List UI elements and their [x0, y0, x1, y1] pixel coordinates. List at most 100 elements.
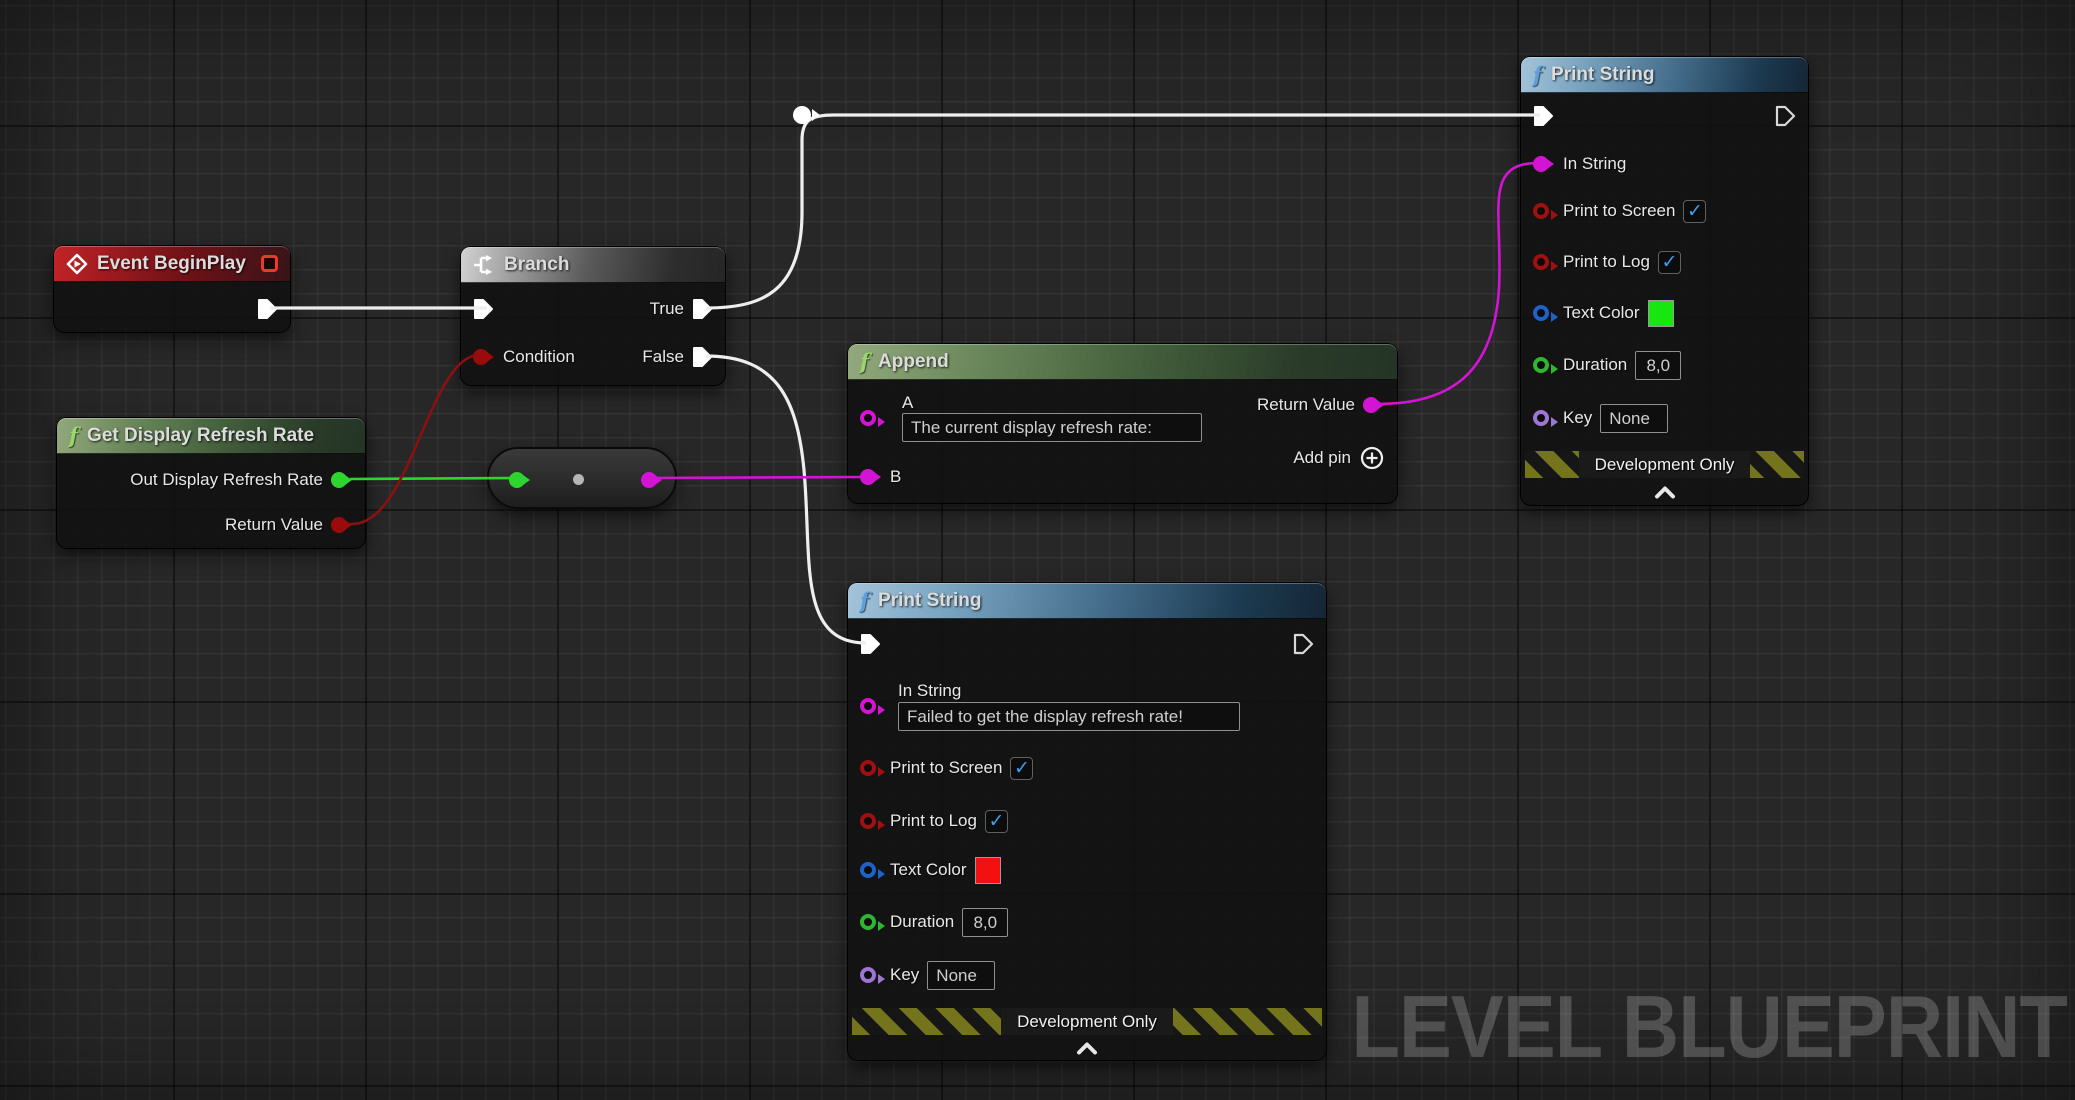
exec-in-pin[interactable] [473, 298, 494, 320]
event-override-badge-icon [261, 255, 278, 272]
node-event-beginplay[interactable]: Event BeginPlay [53, 245, 291, 333]
duration-pin[interactable] [1533, 357, 1549, 373]
collapse-node-button[interactable] [848, 1041, 1326, 1056]
node-header-get-display-refresh-rate[interactable]: f Get Display Refresh Rate [57, 418, 365, 454]
node-print-string-bottom[interactable]: f Print String In String Failed to get t… [847, 582, 1327, 1061]
add-pin-button[interactable] [1359, 445, 1385, 471]
graph-type-watermark: LEVEL BLUEPRINT [1351, 976, 2067, 1078]
pin-row: Condition False [473, 342, 713, 372]
chevron-up-icon [1652, 485, 1678, 500]
append-return-value-pin[interactable] [1363, 397, 1379, 413]
node-conversion-tostring[interactable] [487, 447, 677, 509]
wire-string-conversion-to-append-b [648, 477, 866, 478]
print-to-screen-checkbox[interactable]: ✓ [1010, 757, 1033, 780]
pin-row [1533, 101, 1796, 131]
exec-out-pin[interactable] [257, 298, 278, 320]
pin-label-print-to-screen: Print to Screen [890, 758, 1002, 778]
key-pin[interactable] [1533, 410, 1549, 426]
function-icon: f [860, 590, 869, 611]
node-header-print-string[interactable]: f Print String [848, 583, 1326, 619]
node-append[interactable]: f Append A The current display refresh r… [847, 343, 1398, 504]
exec-false-pin[interactable] [692, 346, 713, 368]
pin-row: Text Color [1533, 298, 1796, 328]
exec-out-pin[interactable] [1293, 633, 1314, 655]
in-string-pin[interactable] [1533, 156, 1549, 172]
print-to-log-pin[interactable] [1533, 254, 1549, 270]
out-display-refresh-rate-pin[interactable] [331, 472, 347, 488]
pin-label-condition: Condition [503, 347, 575, 367]
function-icon: f [860, 351, 869, 372]
node-header-branch[interactable]: Branch [461, 247, 725, 283]
in-string-input[interactable]: Failed to get the display refresh rate! [898, 702, 1240, 731]
print-to-screen-pin[interactable] [860, 760, 876, 776]
pin-row: True [473, 294, 713, 324]
node-branch[interactable]: Branch True Condition False [460, 246, 726, 386]
pin-label-duration: Duration [1563, 355, 1627, 375]
checkmark-icon: ✓ [988, 812, 1004, 831]
pin-label-return-value: Return Value [225, 515, 323, 535]
duration-pin[interactable] [860, 914, 876, 930]
wire-exec-false-to-printstring [706, 356, 866, 643]
print-to-screen-checkbox[interactable]: ✓ [1683, 200, 1706, 223]
pin-row: Return Value [69, 510, 353, 540]
text-color-pin[interactable] [860, 862, 876, 878]
duration-input[interactable]: 8,0 [1635, 351, 1681, 380]
pin-label-print-to-log: Print to Log [890, 811, 977, 831]
condition-pin[interactable] [473, 349, 489, 365]
return-value-pin[interactable] [331, 517, 347, 533]
exec-out-pin[interactable] [1775, 105, 1796, 127]
pin-row: Duration 8,0 [860, 907, 1314, 937]
checkmark-icon: ✓ [1014, 759, 1030, 778]
exec-in-pin[interactable] [860, 633, 881, 655]
pin-row: Return Value [860, 390, 1385, 420]
pin-label-in-string: In String [1563, 154, 1626, 174]
pin-label-in-string: In String [898, 681, 961, 701]
reroute-node[interactable] [793, 106, 811, 124]
print-to-log-checkbox[interactable]: ✓ [985, 810, 1008, 833]
blueprint-graph-canvas[interactable]: Event BeginPlay Branch Tr [0, 0, 2075, 1100]
pin-row: In String [1533, 149, 1796, 179]
pin-row [66, 294, 278, 324]
duration-input[interactable]: 8,0 [962, 908, 1008, 937]
pin-label-true: True [650, 299, 684, 319]
text-color-swatch[interactable] [1648, 300, 1674, 327]
pin-label-false: False [642, 347, 684, 367]
key-input[interactable]: None [1600, 404, 1668, 433]
pin-label-key: Key [890, 965, 919, 985]
print-to-screen-pin[interactable] [1533, 203, 1549, 219]
pin-label-text-color: Text Color [1563, 303, 1640, 323]
development-only-text: Development Only [1001, 1008, 1173, 1035]
collapse-node-button[interactable] [1521, 485, 1808, 500]
pin-row: Key None [860, 960, 1314, 990]
exec-true-pin[interactable] [692, 298, 713, 320]
pin-row: Add pin [860, 443, 1385, 473]
pin-row [860, 629, 1314, 659]
text-color-pin[interactable] [1533, 305, 1549, 321]
node-header-event-beginplay[interactable]: Event BeginPlay [54, 246, 290, 282]
node-header-append[interactable]: f Append [848, 344, 1397, 380]
chevron-up-icon [1074, 1041, 1100, 1056]
pin-row: Print to Log ✓ [860, 806, 1314, 836]
exec-in-pin[interactable] [1533, 105, 1554, 127]
print-to-log-checkbox[interactable]: ✓ [1658, 251, 1681, 274]
node-title: Append [878, 351, 949, 373]
pin-label-print-to-log: Print to Log [1563, 252, 1650, 272]
pin-label-duration: Duration [890, 912, 954, 932]
node-title: Event BeginPlay [97, 253, 246, 275]
development-only-text: Development Only [1579, 451, 1751, 478]
pin-row: Text Color [860, 855, 1314, 885]
text-color-swatch[interactable] [975, 857, 1001, 884]
checkmark-icon: ✓ [1687, 202, 1703, 221]
print-to-log-pin[interactable] [860, 813, 876, 829]
wire-exec-true-to-printstring [706, 115, 1540, 308]
pin-label-return-value: Return Value [1257, 395, 1355, 415]
conversion-out-pin[interactable] [641, 472, 657, 488]
key-input[interactable]: None [927, 961, 995, 990]
pin-row: Duration 8,0 [1533, 350, 1796, 380]
node-print-string-top[interactable]: f Print String In String Print to Screen… [1520, 56, 1809, 506]
node-get-display-refresh-rate[interactable]: f Get Display Refresh Rate Out Display R… [56, 417, 366, 549]
key-pin[interactable] [860, 967, 876, 983]
in-string-pin[interactable] [860, 698, 876, 714]
conversion-in-pin[interactable] [509, 472, 525, 488]
node-header-print-string[interactable]: f Print String [1521, 57, 1808, 93]
